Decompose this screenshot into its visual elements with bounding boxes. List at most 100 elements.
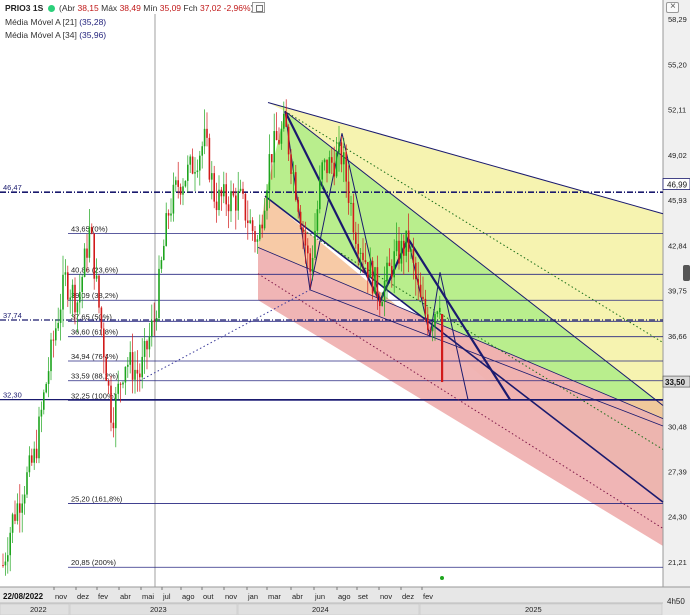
- candle-body: [74, 284, 76, 313]
- candle-body: [59, 309, 62, 323]
- candle-body: [215, 201, 218, 211]
- candle-body: [328, 157, 331, 174]
- candle-body: [179, 186, 182, 195]
- candle-body: [50, 339, 52, 372]
- candle-body: [213, 173, 215, 202]
- year-label: 2024: [312, 605, 329, 614]
- candle-body: [57, 322, 59, 329]
- candle-body: [256, 239, 259, 242]
- month-label: jul: [162, 592, 171, 601]
- month-label: dez: [77, 592, 89, 601]
- candle-body: [376, 267, 379, 298]
- candle-body: [316, 209, 319, 231]
- candle-body: [333, 162, 335, 177]
- candle-body: [117, 383, 119, 394]
- change-value: -2,96%: [223, 3, 251, 13]
- candle-body: [196, 170, 199, 173]
- month-label: set: [358, 592, 369, 601]
- candle-body: [244, 193, 247, 221]
- month-label: ago: [338, 592, 351, 601]
- month-label: nov: [225, 592, 237, 601]
- candle-body: [71, 284, 74, 298]
- candle-body: [319, 179, 321, 210]
- price-tick-label: 58,29: [668, 15, 687, 24]
- status-dot-icon: [47, 5, 55, 12]
- candle-body: [220, 189, 223, 197]
- candle-body: [199, 155, 201, 171]
- candle-body: [393, 251, 395, 278]
- candle-body: [165, 213, 167, 246]
- month-label: ago: [182, 592, 195, 601]
- panel-close-button[interactable]: ×: [666, 1, 679, 13]
- candle-body: [235, 195, 237, 211]
- candle-body: [424, 298, 427, 315]
- candle-body: [379, 297, 381, 307]
- candle-body: [184, 180, 187, 187]
- candle-body: [4, 561, 7, 566]
- candle-body: [395, 240, 398, 252]
- left-level-label: 46,47: [3, 183, 22, 192]
- candle-body: [206, 128, 208, 138]
- candle-body: [383, 280, 386, 302]
- price-tick-label: 21,21: [668, 558, 687, 567]
- close-value: 37,02: [199, 3, 222, 13]
- fib-level-label: 39,09 (38,2%): [71, 291, 119, 300]
- price-tick-label: 30,48: [668, 422, 687, 431]
- last-candle: [441, 313, 444, 383]
- scale-drag-handle[interactable]: [683, 265, 690, 281]
- candle-body: [67, 272, 69, 300]
- open-label: Abr: [61, 3, 76, 13]
- left-level-label: 32,30: [3, 391, 22, 400]
- price-tick-label: 45,93: [668, 196, 687, 205]
- candle-body: [331, 157, 333, 163]
- candle-body: [100, 307, 103, 329]
- candle-body: [21, 503, 23, 513]
- chart-container: 43,65 (0%) 40,86 (23,6%) 39,09 (38,2%) 37,6…: [0, 0, 690, 615]
- candle-body: [62, 274, 64, 310]
- price-chart[interactable]: 43,65 (0%)40,86 (23,6%)39,09 (38,2%)37,6…: [0, 0, 690, 615]
- candle-body: [28, 455, 31, 473]
- price-tick-label: 39,75: [668, 287, 687, 296]
- candle-body: [177, 180, 179, 187]
- candle-body: [146, 341, 148, 350]
- candle-body: [134, 369, 136, 380]
- indicator-ma21[interactable]: Média Móvel A [21] (35,28): [5, 17, 106, 27]
- candle-body: [52, 339, 55, 341]
- panel-toggle-button[interactable]: [252, 2, 265, 13]
- fib-level-label: 36,60 (61,8%): [71, 328, 119, 337]
- candle-body: [218, 189, 220, 211]
- candle-body: [398, 240, 400, 264]
- month-label: abr: [292, 592, 303, 601]
- price-tick-label: 42,84: [668, 241, 687, 250]
- candle-body: [163, 245, 165, 261]
- candle-body: [323, 159, 326, 163]
- candle-body: [33, 448, 35, 463]
- candle-body: [299, 211, 302, 228]
- candle-body: [431, 326, 434, 332]
- candle-body: [237, 190, 239, 211]
- candle-body: [115, 393, 117, 429]
- candle-body: [359, 252, 362, 254]
- candle-body: [266, 190, 268, 211]
- candle-body: [105, 357, 107, 381]
- candle-body: [307, 245, 309, 254]
- candle-body: [386, 262, 388, 281]
- price-tick-label: 52,11: [668, 106, 686, 115]
- candle-body: [187, 164, 189, 181]
- indicator-ma34[interactable]: Média Móvel A [34] (35,96): [5, 30, 106, 40]
- candle-body: [287, 126, 290, 155]
- price-marker-label: 46,99: [667, 181, 688, 190]
- fib-level-label: 20,85 (200%): [71, 558, 117, 567]
- candle-body: [407, 230, 410, 252]
- month-label: mai: [142, 592, 154, 601]
- candle-body: [405, 230, 407, 256]
- candle-body: [427, 314, 429, 330]
- candle-body: [292, 172, 295, 174]
- candle-body: [98, 275, 100, 308]
- candle-body: [297, 199, 299, 212]
- candle-body: [223, 184, 225, 197]
- candle-body: [201, 146, 203, 156]
- candle-body: [148, 336, 151, 350]
- candle-body: [175, 180, 177, 185]
- candle-body: [40, 409, 43, 417]
